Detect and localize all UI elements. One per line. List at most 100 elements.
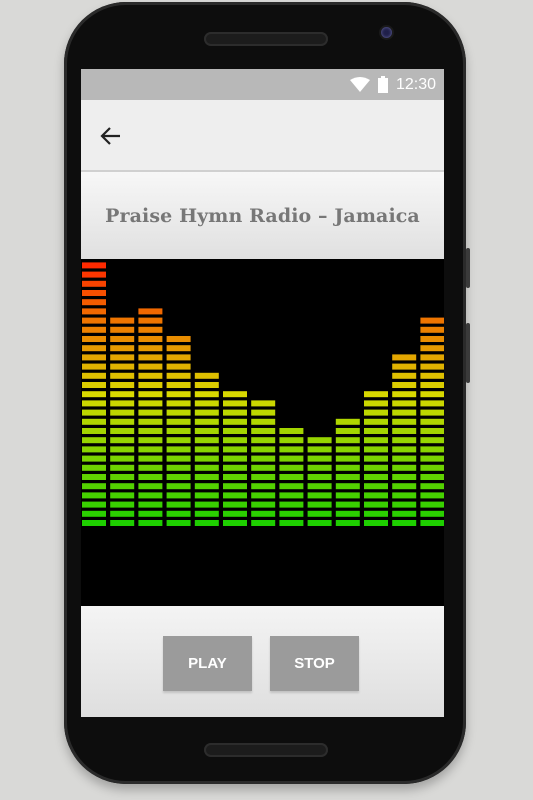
- equalizer-segment: [82, 317, 106, 324]
- status-time: 12:30: [395, 75, 436, 93]
- equalizer-segment: [392, 520, 417, 526]
- equalizer-segment: [251, 455, 276, 462]
- equalizer-segment: [194, 510, 219, 517]
- equalizer-segment: [223, 501, 247, 508]
- equalizer-segment: [307, 510, 332, 517]
- equalizer-segment: [251, 483, 276, 490]
- equalizer-segment: [82, 455, 106, 462]
- equalizer-segment: [420, 483, 444, 490]
- equalizer-segment: [82, 492, 106, 499]
- equalizer-segment: [166, 520, 191, 526]
- equalizer-segment: [420, 382, 444, 388]
- equalizer-segment: [82, 382, 106, 388]
- equalizer-segment: [392, 409, 417, 416]
- equalizer-bar: [194, 372, 219, 526]
- equalizer-segment: [420, 418, 444, 425]
- earpiece-speaker: [204, 32, 328, 46]
- equalizer-segment: [279, 510, 304, 517]
- equalizer-bars: [82, 262, 444, 526]
- equalizer-segment: [223, 474, 247, 480]
- power-button: [466, 323, 470, 383]
- equalizer-segment: [392, 391, 417, 398]
- equalizer-segment: [82, 308, 106, 315]
- equalizer-segment: [364, 501, 388, 508]
- equalizer-segment: [364, 510, 388, 517]
- equalizer-segment: [420, 520, 444, 526]
- equalizer-segment: [279, 474, 304, 480]
- equalizer-segment: [251, 501, 276, 508]
- equalizer-segment: [420, 372, 444, 379]
- equalizer-segment: [251, 446, 276, 453]
- equalizer-segment: [392, 428, 417, 434]
- equalizer-segment: [279, 501, 304, 508]
- equalizer-segment: [194, 520, 219, 526]
- equalizer-segment: [223, 409, 247, 416]
- equalizer-segment: [251, 492, 276, 499]
- equalizer-segment: [364, 391, 388, 398]
- volume-button: [466, 248, 470, 288]
- play-button[interactable]: PLAY: [163, 636, 252, 691]
- equalizer-segment: [251, 437, 276, 444]
- equalizer-segment: [82, 391, 106, 398]
- equalizer-segment: [194, 391, 219, 398]
- equalizer-segment: [335, 428, 360, 434]
- equalizer-segment: [82, 409, 106, 416]
- equalizer-segment: [138, 336, 163, 342]
- equalizer-segment: [364, 409, 388, 416]
- equalizer-segment: [251, 409, 276, 416]
- equalizer-segment: [110, 372, 135, 379]
- equalizer-segment: [223, 483, 247, 490]
- equalizer-bar: [82, 262, 106, 526]
- equalizer-segment: [279, 437, 304, 444]
- equalizer-segment: [307, 464, 332, 471]
- equalizer-segment: [82, 290, 106, 296]
- equalizer-segment: [392, 418, 417, 425]
- equalizer-segment: [82, 271, 106, 278]
- equalizer-segment: [335, 455, 360, 462]
- equalizer-segment: [223, 400, 247, 407]
- status-bar: 12:30: [81, 69, 444, 100]
- equalizer-segment: [110, 474, 135, 480]
- equalizer-segment: [110, 483, 135, 490]
- equalizer-segment: [335, 483, 360, 490]
- equalizer-bar: [335, 418, 360, 526]
- equalizer-segment: [194, 474, 219, 480]
- equalizer-segment: [138, 492, 163, 499]
- equalizer-segment: [420, 317, 444, 324]
- equalizer-segment: [364, 464, 388, 471]
- equalizer-segment: [138, 418, 163, 425]
- equalizer-segment: [138, 308, 163, 315]
- equalizer-segment: [82, 418, 106, 425]
- equalizer-segment: [223, 492, 247, 499]
- equalizer-segment: [110, 400, 135, 407]
- equalizer-segment: [110, 446, 135, 453]
- equalizer-segment: [82, 483, 106, 490]
- equalizer-segment: [223, 418, 247, 425]
- equalizer-segment: [82, 372, 106, 379]
- equalizer-segment: [251, 428, 276, 434]
- equalizer-segment: [82, 363, 106, 370]
- equalizer-segment: [335, 418, 360, 425]
- equalizer-segment: [166, 455, 191, 462]
- equalizer-segment: [82, 336, 106, 342]
- stop-button[interactable]: STOP: [270, 636, 359, 691]
- app-bar: [81, 100, 444, 172]
- equalizer-segment: [223, 464, 247, 471]
- equalizer-segment: [110, 354, 135, 361]
- equalizer-segment: [251, 400, 276, 407]
- equalizer-segment: [138, 520, 163, 526]
- equalizer-segment: [223, 437, 247, 444]
- equalizer-bar: [364, 391, 388, 526]
- equalizer-segment: [251, 474, 276, 480]
- equalizer-segment: [82, 345, 106, 352]
- equalizer-segment: [420, 345, 444, 352]
- equalizer-segment: [392, 510, 417, 517]
- back-button[interactable]: [95, 120, 127, 152]
- equalizer-segment: [166, 363, 191, 370]
- equalizer-segment: [110, 520, 135, 526]
- equalizer-segment: [166, 437, 191, 444]
- equalizer-segment: [194, 382, 219, 388]
- equalizer-segment: [307, 437, 332, 444]
- equalizer-segment: [82, 354, 106, 361]
- equalizer-segment: [364, 428, 388, 434]
